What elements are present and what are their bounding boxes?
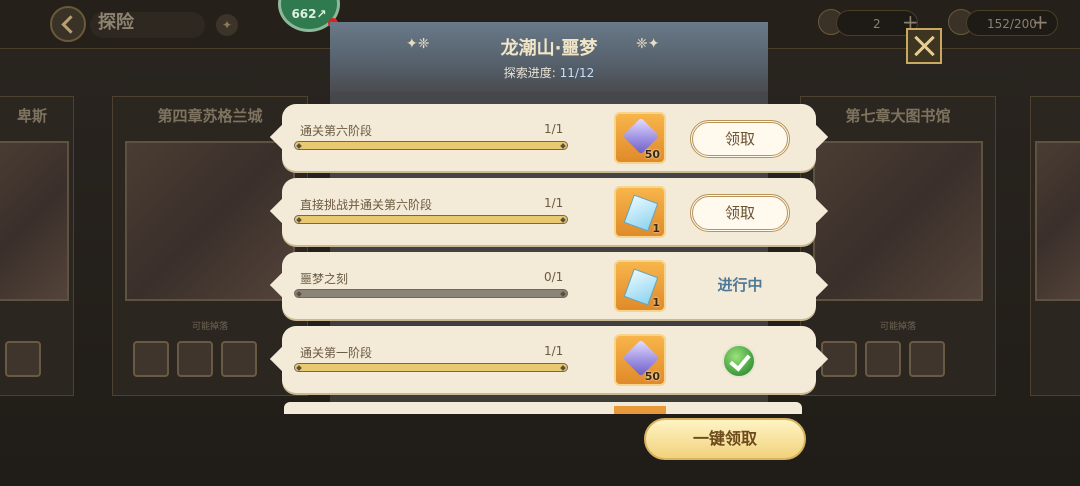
chapter-artwork	[0, 141, 69, 301]
progress-value: 11/12	[559, 66, 595, 80]
task-count: 1/1	[544, 122, 564, 136]
dialog-title: 龙潮山·噩梦	[500, 38, 598, 59]
task-row: 通关第一阶段 1/1 50	[282, 326, 816, 393]
drop-item-icon	[221, 341, 257, 377]
reward-count: 50	[644, 370, 660, 383]
chapter-artwork	[125, 141, 295, 301]
claim-all-button[interactable]: 一键领取	[644, 418, 806, 460]
task-progress-bar	[294, 363, 568, 372]
task-progress-bar	[294, 289, 568, 298]
book-icon[interactable]: ✦	[216, 14, 238, 36]
drops-label: 可能掉落	[879, 322, 916, 332]
reward-count: 1	[652, 222, 660, 235]
task-progress-fill	[295, 364, 567, 371]
completed-check-icon	[722, 344, 756, 378]
screen-title: 探险	[98, 12, 134, 33]
drop-item-icon	[5, 341, 41, 377]
drops-row	[821, 341, 975, 383]
task-name: 通关第六阶段	[300, 124, 373, 138]
drops-row	[133, 341, 287, 383]
task-row-partial	[284, 402, 802, 414]
task-progress-fill	[295, 216, 567, 223]
task-count: 0/1	[544, 270, 564, 284]
reward-count: 50	[644, 148, 660, 161]
close-icon[interactable]	[906, 28, 942, 64]
drop-item-icon	[865, 341, 901, 377]
chapter-card[interactable]	[1030, 96, 1080, 396]
claim-button[interactable]: 领取	[690, 120, 790, 158]
task-progress-bar	[294, 141, 568, 150]
in-progress-status: 进行中	[717, 276, 763, 294]
bar-cap-icon	[296, 291, 302, 297]
task-progress-fill	[295, 142, 567, 149]
progress-label: 探索进度:	[503, 66, 556, 80]
reward-item[interactable]: 1	[614, 260, 666, 312]
drop-item-icon	[909, 341, 945, 377]
task-name: 直接挑战并通关第六阶段	[300, 198, 433, 212]
task-name: 噩梦之刻	[300, 272, 349, 286]
chapter-title: 第四章苏格兰城	[157, 107, 263, 125]
task-row: 通关第六阶段 1/1 50 领取	[282, 104, 816, 171]
task-count: 1/1	[544, 344, 564, 358]
back-button[interactable]	[50, 6, 86, 42]
task-name: 通关第一阶段	[300, 346, 373, 360]
reward-item[interactable]: 50	[614, 334, 666, 386]
chapter-title: 第七章大图书馆	[845, 107, 951, 125]
task-progress-bar	[294, 215, 568, 224]
reward-item-partial	[614, 406, 666, 414]
drops-label: 可能掉落	[191, 322, 228, 332]
chapter-artwork	[813, 141, 983, 301]
chapter-title: 卑斯	[16, 107, 47, 125]
task-count: 1/1	[544, 196, 564, 210]
claim-button[interactable]: 领取	[690, 194, 790, 232]
drop-item-icon	[133, 341, 169, 377]
drop-item-icon	[177, 341, 213, 377]
task-row: 直接挑战并通关第六阶段 1/1 1 领取	[282, 178, 816, 245]
drops-row	[5, 341, 53, 383]
exploration-progress: 探索进度: 11/12	[330, 64, 768, 81]
task-row: 噩梦之刻 0/1 1 进行中	[282, 252, 816, 319]
reward-count: 1	[652, 296, 660, 309]
chapter-card[interactable]: 卑斯	[0, 96, 74, 396]
chapter-artwork	[1035, 141, 1080, 301]
reward-item[interactable]: 50	[614, 112, 666, 164]
bar-cap-icon	[560, 291, 566, 297]
reward-item[interactable]: 1	[614, 186, 666, 238]
chapter-card[interactable]: 第七章大图书馆 可能掉落	[800, 96, 996, 396]
add-stamina-icon[interactable]: +	[1032, 10, 1049, 34]
